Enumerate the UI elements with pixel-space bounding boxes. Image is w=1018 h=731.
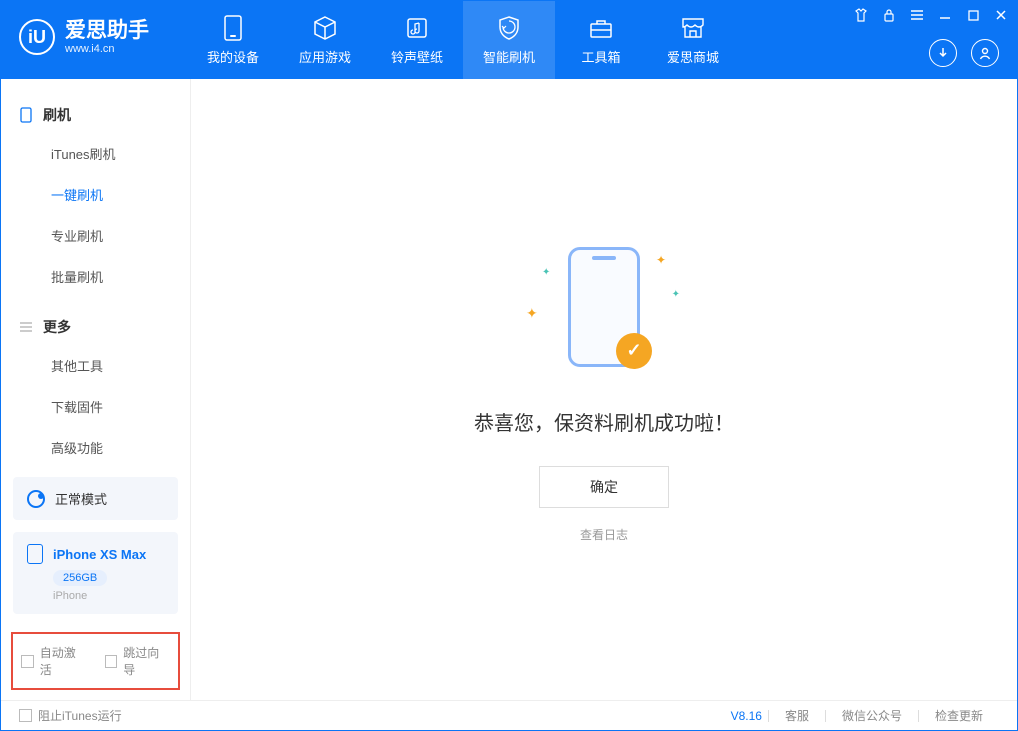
sparkle-icon: ✦ [542, 267, 550, 278]
window-controls [853, 7, 1009, 23]
view-log-link[interactable]: 查看日志 [580, 526, 628, 543]
section-title: 刷机 [43, 105, 71, 125]
nav-tab-label: 爱思商城 [667, 47, 719, 66]
header: iU 爱思助手 www.i4.cn 我的设备 应用游戏 铃声壁纸 智能刷机 [1, 1, 1017, 79]
logo-area: iU 爱思助手 www.i4.cn [1, 1, 167, 55]
sparkle-icon: ✦ [672, 289, 680, 300]
nav-tabs: 我的设备 应用游戏 铃声壁纸 智能刷机 工具箱 爱思商城 [187, 1, 739, 79]
toolbox-icon [588, 15, 614, 41]
logo-icon: iU [19, 19, 55, 55]
close-icon[interactable] [993, 7, 1009, 23]
checkbox-icon [19, 709, 32, 722]
sidebar-item-batch-flash[interactable]: 批量刷机 [1, 256, 190, 297]
nav-tab-label: 智能刷机 [483, 47, 535, 66]
nav-tab-store[interactable]: 爱思商城 [647, 1, 739, 79]
sparkle-icon: ✦ [526, 305, 538, 322]
footer-link-wechat[interactable]: 微信公众号 [826, 707, 918, 724]
check-badge-icon: ✓ [616, 333, 652, 369]
sidebar-section-flash: 刷机 [1, 97, 190, 133]
cube-icon [312, 15, 338, 41]
shield-icon [496, 15, 522, 41]
download-button[interactable] [929, 39, 957, 67]
sidebar-item-itunes-flash[interactable]: iTunes刷机 [1, 133, 190, 174]
nav-tab-label: 应用游戏 [299, 47, 351, 66]
phone-small-icon [19, 108, 33, 122]
device-storage-badge: 256GB [53, 570, 107, 586]
lock-icon[interactable] [881, 7, 897, 23]
app-window: iU 爱思助手 www.i4.cn 我的设备 应用游戏 铃声壁纸 智能刷机 [0, 0, 1018, 731]
header-actions [929, 39, 999, 67]
block-itunes-checkbox[interactable]: 阻止iTunes运行 [19, 707, 122, 724]
logo-text: 爱思助手 www.i4.cn [65, 20, 149, 55]
list-icon [19, 320, 33, 334]
auto-activate-checkbox[interactable]: 自动激活 [21, 644, 87, 678]
sidebar-item-advanced[interactable]: 高级功能 [1, 427, 190, 468]
checkbox-label: 阻止iTunes运行 [38, 707, 122, 724]
nav-tab-label: 工具箱 [581, 47, 620, 66]
nav-tab-label: 我的设备 [207, 47, 259, 66]
sidebar: 刷机 iTunes刷机 一键刷机 专业刷机 批量刷机 更多 其他工具 下载固件 … [1, 79, 191, 700]
success-title: 恭喜您，保资料刷机成功啦！ [474, 407, 734, 436]
footer-link-support[interactable]: 客服 [769, 707, 825, 724]
device-name: iPhone XS Max [53, 547, 146, 562]
version-label: V8.16 [731, 709, 762, 723]
sidebar-item-pro-flash[interactable]: 专业刷机 [1, 215, 190, 256]
status-label: 正常模式 [55, 489, 107, 508]
sidebar-item-oneclick-flash[interactable]: 一键刷机 [1, 174, 190, 215]
menu-icon[interactable] [909, 7, 925, 23]
skip-guide-checkbox[interactable]: 跳过向导 [105, 644, 171, 678]
maximize-icon[interactable] [965, 7, 981, 23]
checkbox-icon [105, 655, 118, 668]
device-phone-icon [27, 544, 43, 564]
status-card[interactable]: 正常模式 [13, 477, 178, 520]
sparkle-icon: ✦ [656, 253, 666, 267]
nav-tab-flash[interactable]: 智能刷机 [463, 1, 555, 79]
main-content: ✦ ✦ ✦ ✦ ✓ 恭喜您，保资料刷机成功啦！ 确定 查看日志 [191, 79, 1017, 700]
nav-tab-ringtone[interactable]: 铃声壁纸 [371, 1, 463, 79]
checkbox-label: 跳过向导 [123, 644, 170, 678]
shirt-icon[interactable] [853, 7, 869, 23]
music-folder-icon [404, 15, 430, 41]
checkbox-label: 自动激活 [40, 644, 87, 678]
success-illustration: ✦ ✦ ✦ ✦ ✓ [514, 237, 694, 377]
device-type: iPhone [53, 590, 164, 602]
status-mode-icon [27, 490, 45, 508]
app-title: 爱思助手 [65, 20, 149, 41]
checkbox-icon [21, 655, 34, 668]
store-icon [680, 15, 706, 41]
sidebar-item-download-firmware[interactable]: 下载固件 [1, 386, 190, 427]
minimize-icon[interactable] [937, 7, 953, 23]
nav-tab-toolbox[interactable]: 工具箱 [555, 1, 647, 79]
device-icon [220, 15, 246, 41]
flash-options-highlight: 自动激活 跳过向导 [11, 632, 180, 690]
nav-tab-device[interactable]: 我的设备 [187, 1, 279, 79]
device-card[interactable]: iPhone XS Max 256GB iPhone [13, 532, 178, 614]
sidebar-section-more: 更多 [1, 309, 190, 345]
nav-tab-label: 铃声壁纸 [391, 47, 443, 66]
sidebar-item-other-tools[interactable]: 其他工具 [1, 345, 190, 386]
confirm-button[interactable]: 确定 [539, 466, 669, 508]
footer-link-update[interactable]: 检查更新 [919, 707, 999, 724]
section-title: 更多 [43, 317, 71, 337]
app-subtitle: www.i4.cn [65, 43, 149, 55]
device-header: iPhone XS Max [27, 544, 164, 564]
user-button[interactable] [971, 39, 999, 67]
nav-tab-apps[interactable]: 应用游戏 [279, 1, 371, 79]
body-area: 刷机 iTunes刷机 一键刷机 专业刷机 批量刷机 更多 其他工具 下载固件 … [1, 79, 1017, 700]
footer-links: V8.16 客服 微信公众号 检查更新 [731, 707, 999, 724]
footer: 阻止iTunes运行 V8.16 客服 微信公众号 检查更新 [1, 700, 1017, 730]
